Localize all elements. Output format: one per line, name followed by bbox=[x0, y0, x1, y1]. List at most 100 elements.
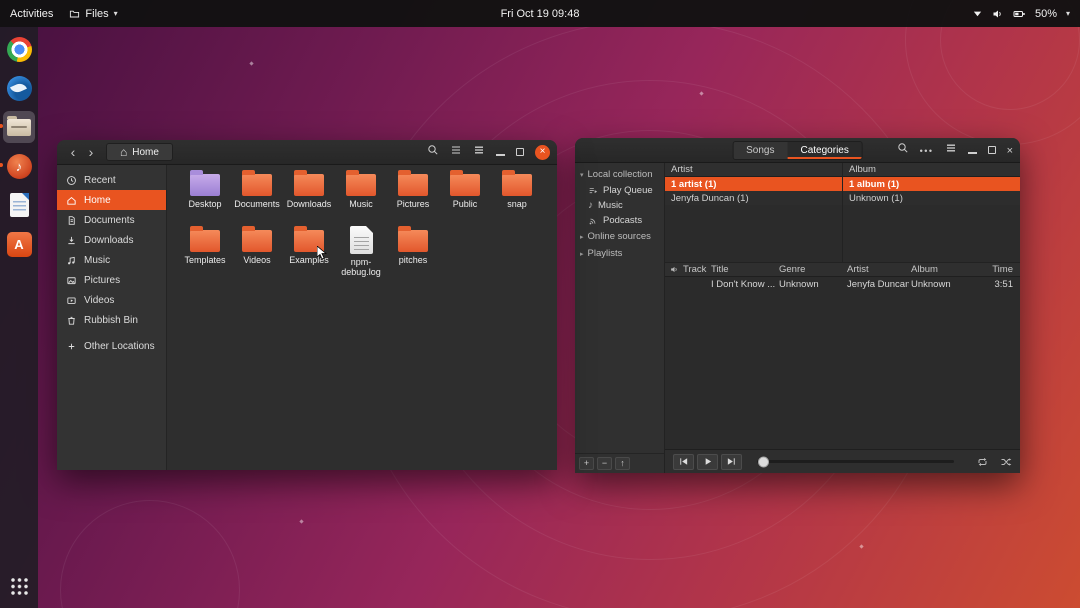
group-online-sources[interactable]: ▸ Online sources bbox=[575, 228, 664, 245]
app-menu-button[interactable]: Files ▾ bbox=[69, 8, 117, 20]
minimize-button[interactable] bbox=[496, 143, 505, 161]
maximize-icon bbox=[516, 148, 524, 156]
play-button[interactable] bbox=[697, 454, 718, 470]
wallpaper-dot bbox=[859, 544, 863, 548]
menu-button[interactable] bbox=[945, 141, 957, 159]
sidebar-item-label: Documents bbox=[84, 215, 135, 226]
add-button[interactable]: + bbox=[579, 457, 594, 470]
shuffle-icon bbox=[999, 456, 1012, 468]
album-column-header[interactable]: Album bbox=[909, 264, 979, 275]
title-column-header[interactable]: Title bbox=[709, 264, 777, 275]
file-item-pictures[interactable]: Pictures bbox=[387, 168, 439, 222]
artist-column-header[interactable]: Artist bbox=[665, 163, 842, 177]
file-item-public[interactable]: Public bbox=[439, 168, 491, 222]
sidebar-item-music[interactable]: Music bbox=[575, 198, 664, 213]
file-item-music[interactable]: Music bbox=[335, 168, 387, 222]
repeat-button[interactable] bbox=[976, 456, 989, 468]
playing-column-header[interactable] bbox=[665, 265, 681, 274]
menu-button[interactable] bbox=[473, 143, 485, 161]
sidebar-item-videos[interactable]: Videos bbox=[57, 290, 166, 310]
system-status-area[interactable]: 50% ▾ bbox=[972, 8, 1080, 20]
artist-column-header[interactable]: Artist bbox=[845, 264, 909, 275]
album-all-row[interactable]: 1 album (1) bbox=[843, 177, 1020, 191]
dock-item-thunderbird[interactable] bbox=[3, 72, 35, 104]
show-applications-button[interactable] bbox=[3, 570, 35, 602]
group-playlists[interactable]: ▸ Playlists bbox=[575, 245, 664, 262]
minimize-icon bbox=[496, 154, 505, 156]
artist-all-row[interactable]: 1 artist (1) bbox=[665, 177, 842, 191]
dock-item-files[interactable] bbox=[3, 111, 35, 143]
sidebar-item-label: Recent bbox=[84, 175, 116, 186]
artist-list-empty-area[interactable] bbox=[665, 205, 842, 262]
sidebar-item-label: Rubbish Bin bbox=[84, 315, 138, 326]
tab-categories[interactable]: Categories bbox=[788, 142, 862, 159]
file-item-videos[interactable]: Videos bbox=[231, 224, 283, 278]
back-button[interactable]: ‹ bbox=[64, 145, 82, 159]
file-item-desktop[interactable]: Desktop bbox=[179, 168, 231, 222]
album-row[interactable]: Unknown (1) bbox=[843, 191, 1020, 205]
file-item-snap[interactable]: snap bbox=[491, 168, 543, 222]
artist-row[interactable]: Jenyfa Duncan (1) bbox=[665, 191, 842, 205]
close-button[interactable]: × bbox=[535, 145, 550, 160]
close-button[interactable]: × bbox=[1007, 141, 1013, 159]
sidebar-item-rubbish-bin[interactable]: Rubbish Bin bbox=[57, 310, 166, 330]
activities-button[interactable]: Activities bbox=[10, 8, 53, 20]
track-list-empty-area[interactable] bbox=[665, 291, 1020, 449]
files-headerbar[interactable]: ‹ › Home × bbox=[57, 140, 557, 165]
genre-column-header[interactable]: Genre bbox=[777, 264, 845, 275]
eject-button[interactable]: ↑ bbox=[615, 457, 630, 470]
file-item-label: Desktop bbox=[188, 199, 221, 209]
track-column-header[interactable]: Track bbox=[681, 264, 709, 275]
sidebar-item-other-locations[interactable]: Other Locations bbox=[57, 336, 166, 356]
shuffle-button[interactable] bbox=[999, 456, 1012, 468]
network-icon bbox=[972, 8, 983, 19]
sidebar-item-downloads[interactable]: Downloads bbox=[57, 230, 166, 250]
sidebar-item-documents[interactable]: Documents bbox=[57, 210, 166, 230]
more-options-button[interactable] bbox=[920, 141, 934, 159]
music-icon bbox=[66, 255, 77, 266]
time-column-header[interactable]: Time bbox=[979, 264, 1020, 275]
sidebar-item-play-queue[interactable]: Play Queue bbox=[575, 183, 664, 198]
next-button[interactable] bbox=[721, 454, 742, 470]
view-toggle-button[interactable] bbox=[450, 143, 462, 161]
file-item-documents[interactable]: Documents bbox=[231, 168, 283, 222]
clock[interactable]: Fri Oct 19 09:48 bbox=[501, 0, 580, 27]
seek-slider[interactable] bbox=[757, 460, 954, 463]
forward-button[interactable]: › bbox=[82, 145, 100, 159]
track-row[interactable]: I Don't Know ... Unknown Jenyfa Duncan U… bbox=[665, 277, 1020, 291]
file-item-npm-debug-log[interactable]: npm-debug.log bbox=[335, 224, 387, 278]
file-item-label: snap bbox=[507, 199, 527, 209]
sidebar-item-pictures[interactable]: Pictures bbox=[57, 270, 166, 290]
album-list-empty-area[interactable] bbox=[843, 205, 1020, 262]
dock-item-chrome[interactable] bbox=[3, 33, 35, 65]
group-local-collection[interactable]: ▾ Local collection bbox=[575, 166, 664, 183]
file-item-downloads[interactable]: Downloads bbox=[283, 168, 335, 222]
sidebar-item-recent[interactable]: Recent bbox=[57, 170, 166, 190]
minimize-button[interactable] bbox=[968, 141, 977, 159]
file-item-pitches[interactable]: pitches bbox=[387, 224, 439, 278]
remove-button[interactable]: − bbox=[597, 457, 612, 470]
rhythmbox-headerbar[interactable]: Songs Categories × bbox=[575, 138, 1020, 163]
file-item-examples[interactable]: Examples bbox=[283, 224, 335, 278]
sidebar-item-podcasts[interactable]: Podcasts bbox=[575, 213, 664, 228]
sidebar-item-home[interactable]: Home bbox=[57, 190, 166, 210]
search-button[interactable] bbox=[897, 141, 909, 159]
search-button[interactable] bbox=[427, 143, 439, 161]
file-item-templates[interactable]: Templates bbox=[179, 224, 231, 278]
files-content-area[interactable]: Desktop Documents Downloads Music Pictur… bbox=[167, 165, 557, 470]
maximize-button[interactable] bbox=[516, 143, 524, 161]
dock-item-rhythmbox[interactable] bbox=[3, 150, 35, 182]
previous-button[interactable] bbox=[673, 454, 694, 470]
chevron-down-icon: ▾ bbox=[1066, 9, 1070, 18]
sidebar-item-label: Play Queue bbox=[603, 185, 653, 196]
dock-item-libreoffice-writer[interactable] bbox=[3, 189, 35, 221]
dock-item-ubuntu-software[interactable] bbox=[3, 228, 35, 260]
seek-slider-handle[interactable] bbox=[758, 456, 769, 467]
tab-songs[interactable]: Songs bbox=[733, 142, 787, 159]
sidebar-item-music[interactable]: Music bbox=[57, 250, 166, 270]
file-item-label: npm-debug.log bbox=[336, 257, 386, 278]
home-icon bbox=[66, 195, 77, 206]
album-column-header[interactable]: Album bbox=[843, 163, 1020, 177]
location-tab[interactable]: Home bbox=[106, 143, 173, 161]
maximize-button[interactable] bbox=[988, 141, 996, 159]
